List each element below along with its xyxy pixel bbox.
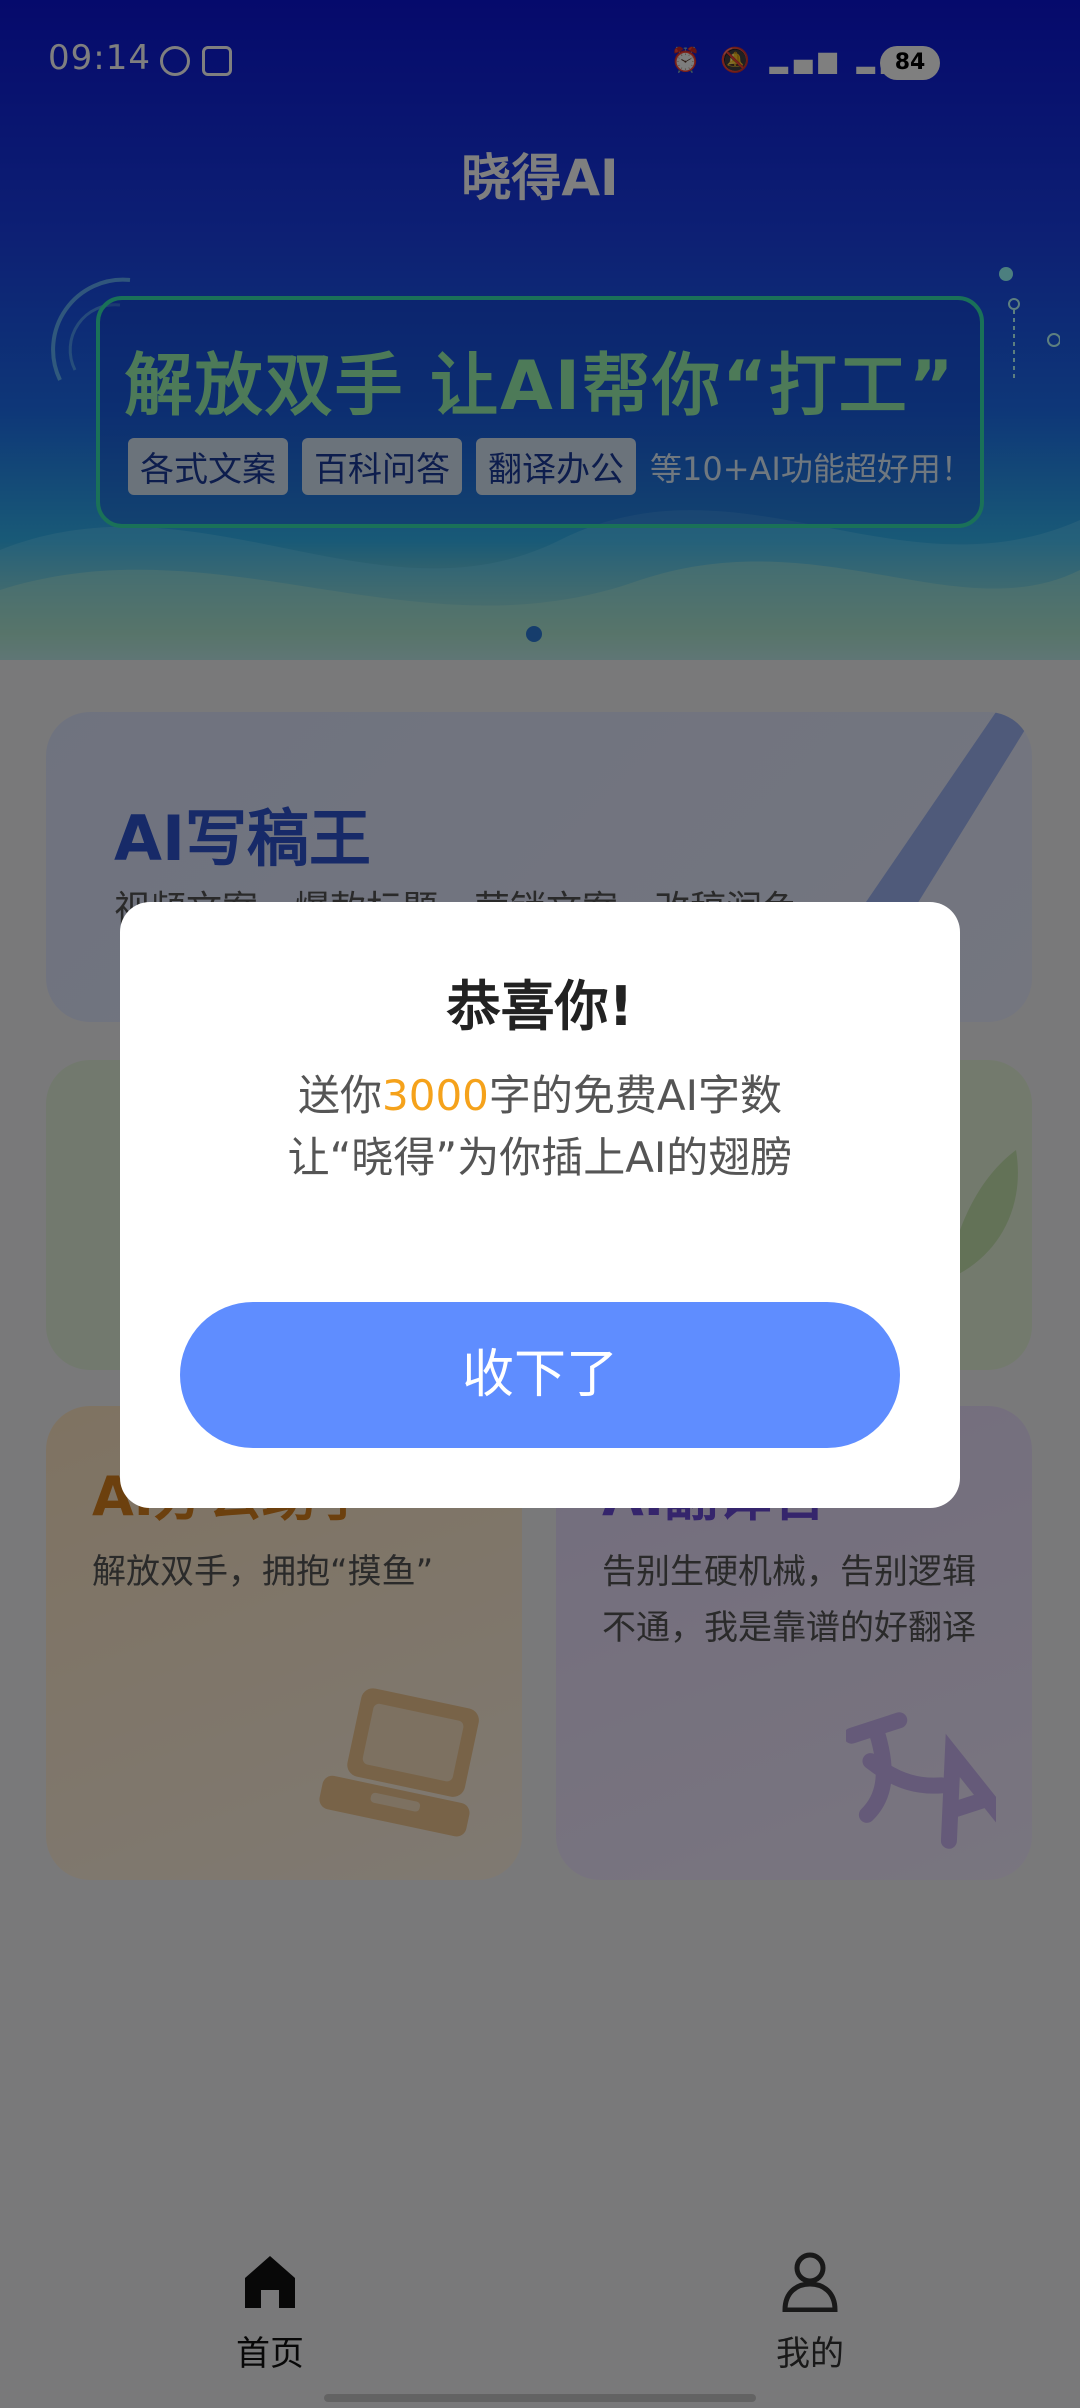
- dialog-message-line-1: 送你3000字的免费AI字数: [120, 1062, 960, 1123]
- dialog-title: 恭喜你!: [446, 975, 634, 1038]
- dialog-message-line-2: 让“晓得”为你插上AI的翅膀: [287, 1133, 793, 1182]
- dialog-text: 送你: [297, 1071, 382, 1120]
- free-word-count: 3000: [382, 1071, 489, 1120]
- dialog-text: 字的免费AI字数: [488, 1071, 783, 1120]
- reward-dialog: 恭喜你! 送你3000字的免费AI字数 让“晓得”为你插上AI的翅膀 收下了: [120, 902, 960, 1508]
- accept-button[interactable]: 收下了: [180, 1302, 900, 1448]
